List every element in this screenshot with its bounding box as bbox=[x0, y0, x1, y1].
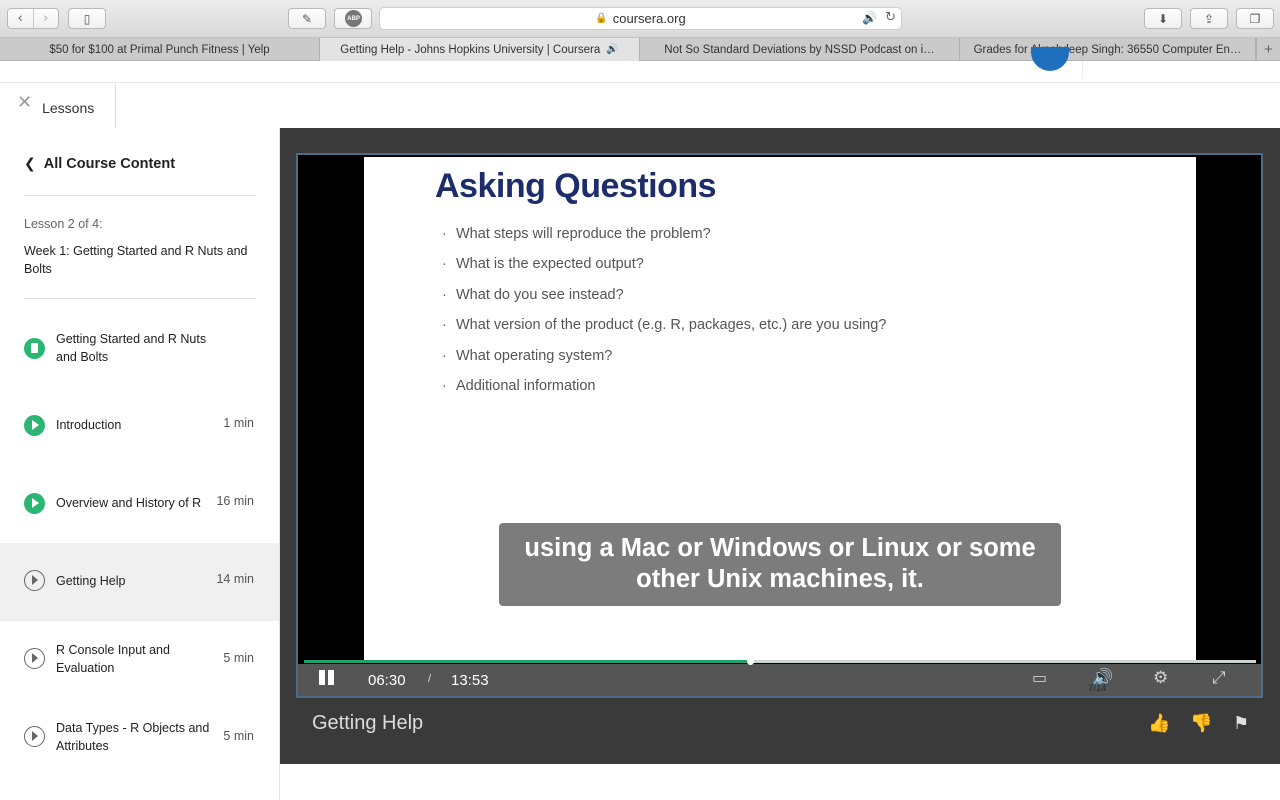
divider bbox=[24, 195, 256, 196]
time-separator: / bbox=[428, 673, 432, 685]
play-completed-icon bbox=[24, 415, 45, 436]
forward-nav-icon[interactable]: › bbox=[32, 9, 59, 28]
browser-tab[interactable]: $50 for $100 at Primal Punch Fitness | Y… bbox=[0, 38, 320, 61]
url-text: coursera.org bbox=[612, 11, 686, 26]
slide-bullet: What is the expected output? bbox=[442, 249, 886, 280]
lock-icon: 🔒 bbox=[595, 13, 608, 24]
browser-tab[interactable]: Not So Standard Deviations by NSSD Podca… bbox=[640, 38, 960, 61]
slide-bullet: What do you see instead? bbox=[442, 280, 886, 311]
slide-bullet: What version of the product (e.g. R, pac… bbox=[442, 310, 886, 341]
browser-tab-active[interactable]: Getting Help - Johns Hopkins University … bbox=[320, 38, 640, 61]
browser-tab[interactable]: Grades for Akashdeep Singh: 36550 Comput… bbox=[960, 38, 1256, 61]
browser-toolbar: ‹ › ▯ ✎ ABP 🔒 coursera.org 🔊 ↻ ⬇ ⇪ ❐ bbox=[0, 0, 1280, 38]
slide-bullet: Additional information bbox=[442, 371, 886, 402]
share-icon[interactable]: ⇪ bbox=[1190, 8, 1228, 29]
slide-title: Asking Questions bbox=[435, 167, 717, 205]
reading-icon bbox=[24, 338, 45, 359]
lesson-number: Lesson 2 of 4: bbox=[24, 217, 103, 231]
lesson-item-video-current[interactable]: Getting Help 14 min bbox=[0, 543, 279, 621]
reload-icon[interactable]: ↻ bbox=[885, 10, 896, 25]
lesson-item-duration: 5 min bbox=[223, 729, 254, 743]
play-icon bbox=[24, 570, 45, 591]
tab-title: Getting Help - Johns Hopkins University … bbox=[340, 43, 601, 56]
extension-icon[interactable]: ✎ bbox=[288, 8, 326, 29]
back-nav-icon[interactable]: ‹ bbox=[8, 9, 33, 28]
lesson-item-video[interactable]: Introduction 1 min bbox=[0, 386, 279, 464]
sidebar-toggle-icon[interactable]: ▯ bbox=[68, 8, 106, 29]
total-time: 13:53 bbox=[451, 672, 489, 689]
lesson-sidebar: ❮ All Course Content Lesson 2 of 4: Week… bbox=[0, 128, 280, 800]
player-controls: 06:30 / 13:53 ▭ 🔊 7/14 ⚙ ⤢ bbox=[298, 658, 1261, 696]
tab-audio-icon[interactable]: 🔊 bbox=[606, 44, 618, 55]
chevron-left-icon: ❮ bbox=[24, 156, 36, 172]
tab-title: Not So Standard Deviations by NSSD Podca… bbox=[664, 43, 935, 56]
lesson-item-video[interactable]: R Console Input and Evaluation 5 min bbox=[0, 621, 279, 699]
speaker-icon[interactable]: 🔊 bbox=[862, 11, 877, 25]
progress-bar[interactable] bbox=[304, 658, 1256, 665]
lesson-title: Week 1: Getting Started and R Nuts and B… bbox=[24, 244, 248, 276]
pause-icon[interactable] bbox=[319, 670, 337, 685]
site-header-strip bbox=[0, 47, 1280, 83]
captions-icon[interactable]: ▭ bbox=[1032, 668, 1047, 687]
progress-fill bbox=[304, 660, 750, 663]
lessons-label: Lessons bbox=[42, 100, 95, 116]
tab-title: Grades for Akashdeep Singh: 36550 Comput… bbox=[973, 43, 1242, 56]
slide-bullet: What steps will reproduce the problem? bbox=[442, 219, 886, 250]
play-icon bbox=[24, 648, 45, 669]
settings-icon[interactable]: ⚙ bbox=[1153, 668, 1168, 688]
slide-bullets: What steps will reproduce the problem? W… bbox=[442, 219, 886, 402]
slide-counter: 7/14 bbox=[1088, 683, 1107, 694]
video-title: Getting Help bbox=[312, 712, 424, 734]
lesson-item-video[interactable]: Data Types - R Objects and Attributes 5 … bbox=[0, 699, 279, 777]
address-bar[interactable]: 🔒 coursera.org 🔊 ↻ bbox=[379, 7, 902, 30]
thumbs-down-icon[interactable]: 👎 bbox=[1190, 713, 1212, 734]
lesson-item-title: Getting Started and R Nuts and Bolts bbox=[56, 332, 207, 364]
lesson-item-video[interactable]: Overview and History of R 16 min bbox=[0, 464, 279, 542]
history-nav: ‹ › bbox=[7, 8, 59, 29]
divider bbox=[24, 298, 256, 299]
avatar[interactable] bbox=[1031, 47, 1069, 71]
close-icon[interactable]: ✕ bbox=[17, 92, 32, 113]
tabs-overview-icon[interactable]: ❐ bbox=[1236, 8, 1274, 29]
video-player[interactable]: Asking Questions What steps will reprodu… bbox=[296, 153, 1263, 698]
lesson-item-title: Introduction bbox=[56, 418, 122, 432]
slide-bullet: What operating system? bbox=[442, 341, 886, 372]
lesson-item-title: Getting Help bbox=[56, 574, 126, 588]
back-label: All Course Content bbox=[43, 156, 176, 172]
all-course-content-link[interactable]: ❮ All Course Content bbox=[24, 156, 175, 172]
flag-icon[interactable]: ⚑ bbox=[1233, 713, 1249, 734]
lesson-item-reading[interactable]: Getting Started and R Nuts and Bolts bbox=[0, 308, 279, 386]
tab-title: $50 for $100 at Primal Punch Fitness | Y… bbox=[49, 43, 270, 56]
lesson-item-duration: 14 min bbox=[216, 572, 254, 586]
tab-bar: $50 for $100 at Primal Punch Fitness | Y… bbox=[0, 38, 1280, 61]
lessons-bar: ✕ Lessons bbox=[0, 84, 1280, 128]
header-divider bbox=[1082, 61, 1083, 79]
lessons-tab[interactable]: ✕ Lessons bbox=[0, 84, 116, 128]
lesson-item-duration: 1 min bbox=[223, 416, 254, 430]
progress-handle[interactable] bbox=[746, 658, 754, 665]
thumbs-up-icon[interactable]: 👍 bbox=[1148, 713, 1170, 734]
video-stage: Asking Questions What steps will reprodu… bbox=[280, 128, 1280, 764]
lesson-item-title: Data Types - R Objects and Attributes bbox=[56, 721, 210, 753]
fullscreen-icon[interactable]: ⤢ bbox=[1212, 668, 1226, 688]
lesson-item-duration: 5 min bbox=[223, 651, 254, 665]
play-completed-icon bbox=[24, 493, 45, 514]
current-time: 06:30 bbox=[368, 672, 406, 689]
downloads-icon[interactable]: ⬇ bbox=[1144, 8, 1182, 29]
new-tab-icon[interactable]: + bbox=[1256, 38, 1280, 61]
lesson-item-duration: 16 min bbox=[216, 494, 254, 508]
subtitle-caption: using a Mac or Windows or Linux or some … bbox=[499, 523, 1061, 606]
adblock-icon: ABP bbox=[345, 10, 362, 27]
lesson-item-title: R Console Input and Evaluation bbox=[56, 643, 170, 675]
lesson-item-title: Overview and History of R bbox=[56, 496, 202, 510]
play-icon bbox=[24, 726, 45, 747]
